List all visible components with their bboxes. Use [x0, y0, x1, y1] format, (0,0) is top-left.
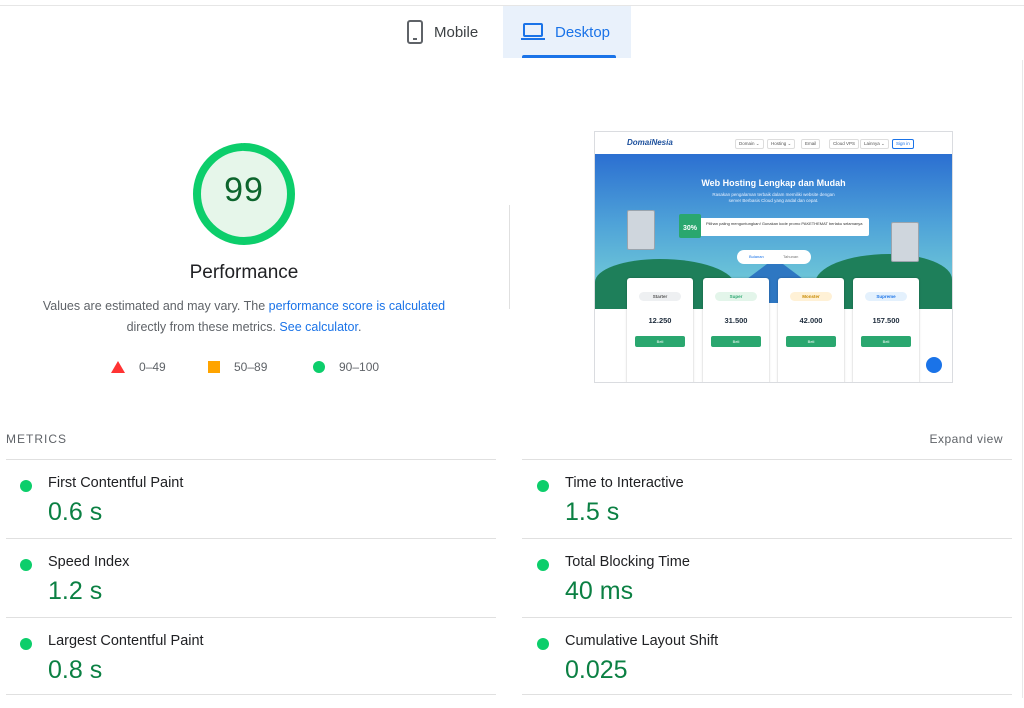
expand-view-toggle[interactable]: Expand view	[929, 432, 1003, 446]
legend-pass-label: 90–100	[339, 360, 380, 374]
metric-value: 1.2 s	[48, 577, 103, 605]
average-square-icon	[208, 361, 220, 373]
thumb-plan-name: Monster	[790, 292, 832, 301]
metrics-divider	[522, 459, 1012, 460]
metric-value: 40 ms	[565, 577, 634, 605]
metric-label: Time to Interactive	[565, 475, 684, 491]
metric-label: Speed Index	[48, 554, 130, 570]
thumb-hero-title: Web Hosting Lengkap dan Mudah	[701, 178, 846, 188]
thumb-navbar: DomaiNesia Domain ⌄ Hosting ⌄ Email Clou…	[595, 132, 952, 155]
thumb-plan-card: Monster 42.000 Beli	[778, 278, 844, 382]
thumb-toggle-left: Bulanan	[749, 254, 764, 259]
metric-value: 0.6 s	[48, 498, 103, 526]
metric-label: First Contentful Paint	[48, 475, 184, 491]
thumb-nav-item: Hosting ⌄	[767, 139, 796, 149]
active-tab-indicator	[522, 55, 616, 58]
pass-circle-icon	[313, 361, 325, 373]
thumb-plan-price: 157.500	[872, 316, 900, 325]
tab-desktop[interactable]: Desktop	[503, 6, 631, 58]
metric-speed-index: Speed Index 1.2 s	[20, 551, 490, 629]
thumb-plan-buy: Beli	[786, 336, 836, 347]
tab-desktop-label: Desktop	[555, 23, 611, 41]
performance-score-value: 99	[224, 171, 264, 209]
thumb-plan-name: Supreme	[865, 292, 907, 301]
metric-value: 1.5 s	[565, 498, 620, 526]
thumb-server-right-image	[891, 222, 919, 262]
smartphone-icon	[406, 20, 424, 44]
right-border	[1022, 60, 1023, 698]
thumb-promo-text: Pilihan paling menguntungkan! Gunakan ko…	[706, 221, 863, 226]
thumb-plan-card: Starter 12.250 Beli	[627, 278, 693, 382]
thumb-plan-card: Supreme 157.500 Beli	[853, 278, 919, 382]
metric-value: 0.025	[565, 656, 628, 684]
metric-label: Total Blocking Time	[565, 554, 690, 570]
final-screenshot-thumbnail: DomaiNesia Domain ⌄ Hosting ⌄ Email Clou…	[594, 131, 953, 383]
description-text-2: directly from these metrics.	[126, 320, 280, 334]
pass-status-icon	[20, 559, 32, 571]
thumb-plan-buy: Beli	[711, 336, 761, 347]
legend-fail-label: 0–49	[139, 360, 166, 374]
thumb-nav-item: Cloud VPS	[829, 139, 860, 149]
thumb-chat-icon	[926, 357, 942, 373]
metric-time-to-interactive: Time to Interactive 1.5 s	[537, 472, 1007, 550]
tab-mobile-label: Mobile	[434, 23, 479, 41]
metric-largest-contentful-paint: Largest Contentful Paint 0.8 s	[20, 630, 490, 708]
description-text-3: .	[357, 320, 362, 334]
pass-status-icon	[537, 559, 549, 571]
thumb-nav-item: Email	[801, 139, 821, 149]
score-description: Values are estimated and may vary. The p…	[20, 296, 468, 338]
see-calculator-link[interactable]: See calculator	[279, 320, 358, 334]
thumb-plan-buy: Beli	[861, 336, 911, 347]
laptop-icon	[521, 23, 545, 41]
thumb-server-left-image	[627, 210, 655, 250]
thumb-plan-card: Super 31.500 Beli	[703, 278, 769, 382]
tab-mobile[interactable]: Mobile	[400, 6, 500, 58]
description-text-1: Values are estimated and may vary. The	[42, 299, 269, 313]
thumb-logo: DomaiNesia	[627, 138, 673, 147]
metric-label: Cumulative Layout Shift	[565, 633, 719, 649]
thumb-nav-item: Lainnya ⌄	[860, 139, 889, 149]
metric-label: Largest Contentful Paint	[48, 633, 204, 649]
pass-status-icon	[537, 638, 549, 650]
thumb-hero-subtitle-1: Rasakan pengalaman terbaik dalam memilik…	[712, 192, 835, 197]
legend-fail: 0–49	[111, 360, 166, 374]
pass-status-icon	[20, 638, 32, 650]
legend-average-label: 50–89	[234, 360, 268, 374]
legend-pass: 90–100	[313, 360, 379, 374]
metric-value: 0.8 s	[48, 656, 103, 684]
thumb-promo-badge: 30%	[679, 214, 701, 238]
thumb-signin: Sign in	[892, 139, 914, 149]
thumb-promo-banner: Pilihan paling menguntungkan! Gunakan ko…	[679, 218, 869, 236]
thumb-nav-item: Domain ⌄	[735, 139, 764, 149]
metrics-heading: METRICS	[6, 432, 67, 446]
metric-first-contentful-paint: First Contentful Paint 0.6 s	[20, 472, 490, 550]
performance-title: Performance	[189, 262, 299, 283]
thumb-toggle-right: Tahunan	[783, 254, 799, 259]
thumb-billing-toggle: Bulanan Tahunan	[737, 250, 811, 264]
thumb-plan-name: Super	[715, 292, 757, 301]
metrics-divider	[6, 459, 496, 460]
metric-total-blocking-time: Total Blocking Time 40 ms	[537, 551, 1007, 629]
thumb-plan-price: 42.000	[799, 316, 823, 325]
thumb-plan-name: Starter	[639, 292, 681, 301]
thumb-plan-price: 31.500	[724, 316, 748, 325]
thumb-hero-subtitle-2: server Berbasis Cloud yang andal dan cep…	[728, 198, 819, 203]
vertical-divider	[509, 205, 510, 309]
fail-triangle-icon	[111, 361, 125, 373]
thumb-plan-price: 12.250	[648, 316, 672, 325]
legend-average: 50–89	[208, 360, 267, 374]
pass-status-icon	[20, 480, 32, 492]
performance-score-link[interactable]: performance score is calculated	[269, 299, 445, 313]
pass-status-icon	[537, 480, 549, 492]
metric-cumulative-layout-shift: Cumulative Layout Shift 0.025	[537, 630, 1007, 708]
thumb-hero-subtitle: Rasakan pengalaman terbaik dalam memilik…	[595, 192, 952, 204]
thumb-plan-buy: Beli	[635, 336, 685, 347]
